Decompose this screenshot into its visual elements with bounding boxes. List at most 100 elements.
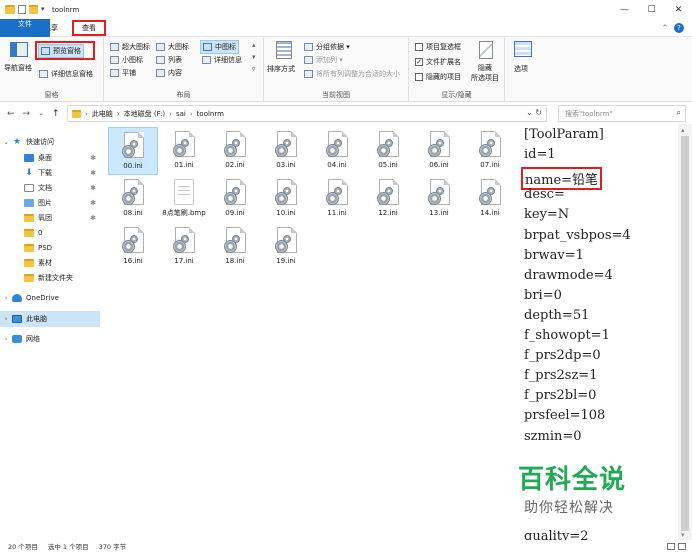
large-icons-view-icon[interactable] <box>678 542 686 550</box>
layout-list[interactable]: 列表 <box>156 55 182 65</box>
maximize-button[interactable]: ☐ <box>638 0 665 19</box>
layout-medium-icons[interactable]: 中图标 <box>200 40 239 54</box>
forward-button[interactable]: → <box>23 109 31 119</box>
nav-item-documents[interactable]: 文档 ✱ <box>0 180 100 196</box>
properties-icon[interactable] <box>18 5 26 14</box>
chevron-down-icon[interactable]: ⌄ <box>0 138 12 146</box>
file-item[interactable]: 19.ini <box>261 223 311 271</box>
hidden-items-toggle[interactable]: 隐藏的项目 <box>415 72 461 82</box>
breadcrumb-sai[interactable]: sai <box>176 110 186 118</box>
layout-tiles[interactable]: 平铺 <box>110 68 136 78</box>
fit-columns-button[interactable]: 将所有列调整为合适的大小 <box>304 69 400 79</box>
group-by-button[interactable]: 分组依据 ▾ <box>304 42 350 52</box>
add-column-button[interactable]: 添加列 ▾ <box>304 55 343 65</box>
address-bar[interactable]: › 此电脑 › 本地磁盘 (F:) › sai › toolnrm ⌄ ↻ <box>67 105 547 122</box>
file-item[interactable]: 06.ini <box>414 127 464 175</box>
nav-item-materials[interactable]: 素材 <box>0 255 100 271</box>
nav-item-psd[interactable]: PSD <box>0 240 100 256</box>
qa-dropdown-icon[interactable]: ▾ <box>41 5 48 14</box>
file-item[interactable]: 14.ini <box>465 175 515 223</box>
config-file-icon <box>122 227 144 254</box>
layout-small-icons[interactable]: 小图标 <box>110 55 143 65</box>
layout-scroll[interactable]: ▴ ▾ ▿ <box>252 41 256 73</box>
options-button[interactable]: 选项 <box>514 64 528 74</box>
file-item[interactable]: 04.ini <box>312 127 362 175</box>
breadcrumb-toolnrm[interactable]: toolnrm <box>197 110 224 118</box>
file-list: 00.ini 01.ini 02.ini 03.ini 04.ini 05.ini 06.i… <box>108 127 508 277</box>
file-item[interactable]: 8点笔刷.bmp <box>159 175 209 223</box>
pin-icon: ✱ <box>90 154 96 162</box>
breadcrumb-this-pc[interactable]: 此电脑 <box>92 109 113 119</box>
refresh-icon[interactable]: ↻ <box>535 108 542 117</box>
close-button[interactable]: ✕ <box>665 0 692 19</box>
file-name: 05.ini <box>378 161 398 169</box>
nav-item-folder-1[interactable]: 氧团 ✱ <box>0 210 100 226</box>
preview-scrollbar[interactable]: ▴ ▾ <box>678 124 692 540</box>
recent-locations-button[interactable]: ⌄ <box>38 109 44 119</box>
tab-view[interactable]: 查看 <box>72 20 106 36</box>
picture-icon <box>24 199 34 207</box>
scrollbar-thumb[interactable] <box>681 136 689 531</box>
nav-item-desktop[interactable]: 桌面 ✱ <box>0 150 100 166</box>
folder-icon <box>72 109 81 118</box>
nav-item-pictures[interactable]: 图片 ✱ <box>0 195 100 211</box>
preview-line: desc= <box>524 187 565 203</box>
address-dropdown-icon[interactable]: ⌄ <box>526 108 533 117</box>
nav-this-pc[interactable]: › 此电脑 <box>0 311 100 327</box>
nav-network[interactable]: › 网络 <box>0 331 100 347</box>
file-item[interactable]: 12.ini <box>363 175 413 223</box>
nav-item-folder-0[interactable]: 0 <box>0 225 100 241</box>
preview-line: bri=0 <box>524 287 562 303</box>
details-pane-button[interactable]: 详细信息窗格 <box>39 69 93 79</box>
file-item[interactable]: 03.ini <box>261 127 311 175</box>
search-input[interactable]: 搜索"toolnrm" ⌕ <box>558 105 686 122</box>
sort-by-button[interactable]: 排序方式 <box>267 64 295 74</box>
file-extensions-toggle[interactable]: ✓ 文件扩展名 <box>415 57 461 67</box>
status-bar: 20 个项目 选中 1 个项目 370 字节 <box>0 540 692 552</box>
help-icon[interactable]: ? <box>674 22 684 33</box>
layout-extra-large-icons[interactable]: 超大图标 <box>110 42 150 52</box>
item-checkboxes-toggle[interactable]: 项目复选框 <box>415 42 461 52</box>
content-icon <box>156 69 165 77</box>
back-button[interactable]: ← <box>7 109 15 119</box>
chevron-right-icon[interactable]: › <box>0 315 12 323</box>
file-item[interactable]: 17.ini <box>159 223 209 271</box>
preview-pane-button[interactable]: 预览窗格 <box>38 44 84 58</box>
search-icon: ⌕ <box>676 108 681 117</box>
config-file-icon <box>275 131 297 158</box>
file-item[interactable]: 01.ini <box>159 127 209 175</box>
nav-item-downloads[interactable]: ⬇ 下载 ✱ <box>0 165 100 181</box>
nav-onedrive[interactable]: › OneDrive <box>0 290 100 306</box>
up-button[interactable]: ↑ <box>52 109 60 119</box>
nav-item-new-folder[interactable]: 新建文件夹 <box>0 270 100 286</box>
scroll-up-icon[interactable]: ▴ <box>681 126 685 134</box>
chevron-right-icon[interactable]: › <box>0 335 12 343</box>
file-item[interactable]: 07.ini <box>465 127 515 175</box>
config-file-icon <box>326 179 348 206</box>
collapse-ribbon-icon[interactable]: ^ <box>662 24 668 32</box>
details-view-icon[interactable] <box>667 542 675 550</box>
layout-content[interactable]: 内容 <box>156 68 182 78</box>
minimize-button[interactable]: — <box>611 0 638 19</box>
chevron-right-icon[interactable]: › <box>0 294 12 302</box>
file-item[interactable]: 13.ini <box>414 175 464 223</box>
breadcrumb-drive[interactable]: 本地磁盘 (F:) <box>124 109 166 119</box>
nav-pane-button[interactable]: 导航窗格 <box>4 64 32 72</box>
file-item[interactable]: 09.ini <box>210 175 260 223</box>
hide-selected-button[interactable]: 隐藏 <box>478 63 492 73</box>
layout-large-icons[interactable]: 大图标 <box>156 42 189 52</box>
new-folder-icon[interactable] <box>29 5 38 14</box>
nav-quick-access[interactable]: ⌄ ★ 快速访问 <box>0 134 100 150</box>
network-icon <box>12 335 22 343</box>
file-item[interactable]: 11.ini <box>312 175 362 223</box>
file-item[interactable]: 18.ini <box>210 223 260 271</box>
file-item[interactable]: 05.ini <box>363 127 413 175</box>
layout-details[interactable]: 详细信息 <box>202 55 242 65</box>
file-item[interactable]: 08.ini <box>108 175 158 223</box>
file-item[interactable]: 02.ini <box>210 127 260 175</box>
file-name: 16.ini <box>123 257 143 265</box>
file-item[interactable]: 00.ini <box>108 127 158 175</box>
file-item[interactable]: 10.ini <box>261 175 311 223</box>
scroll-down-icon[interactable]: ▾ <box>681 531 685 539</box>
file-item[interactable]: 16.ini <box>108 223 158 271</box>
